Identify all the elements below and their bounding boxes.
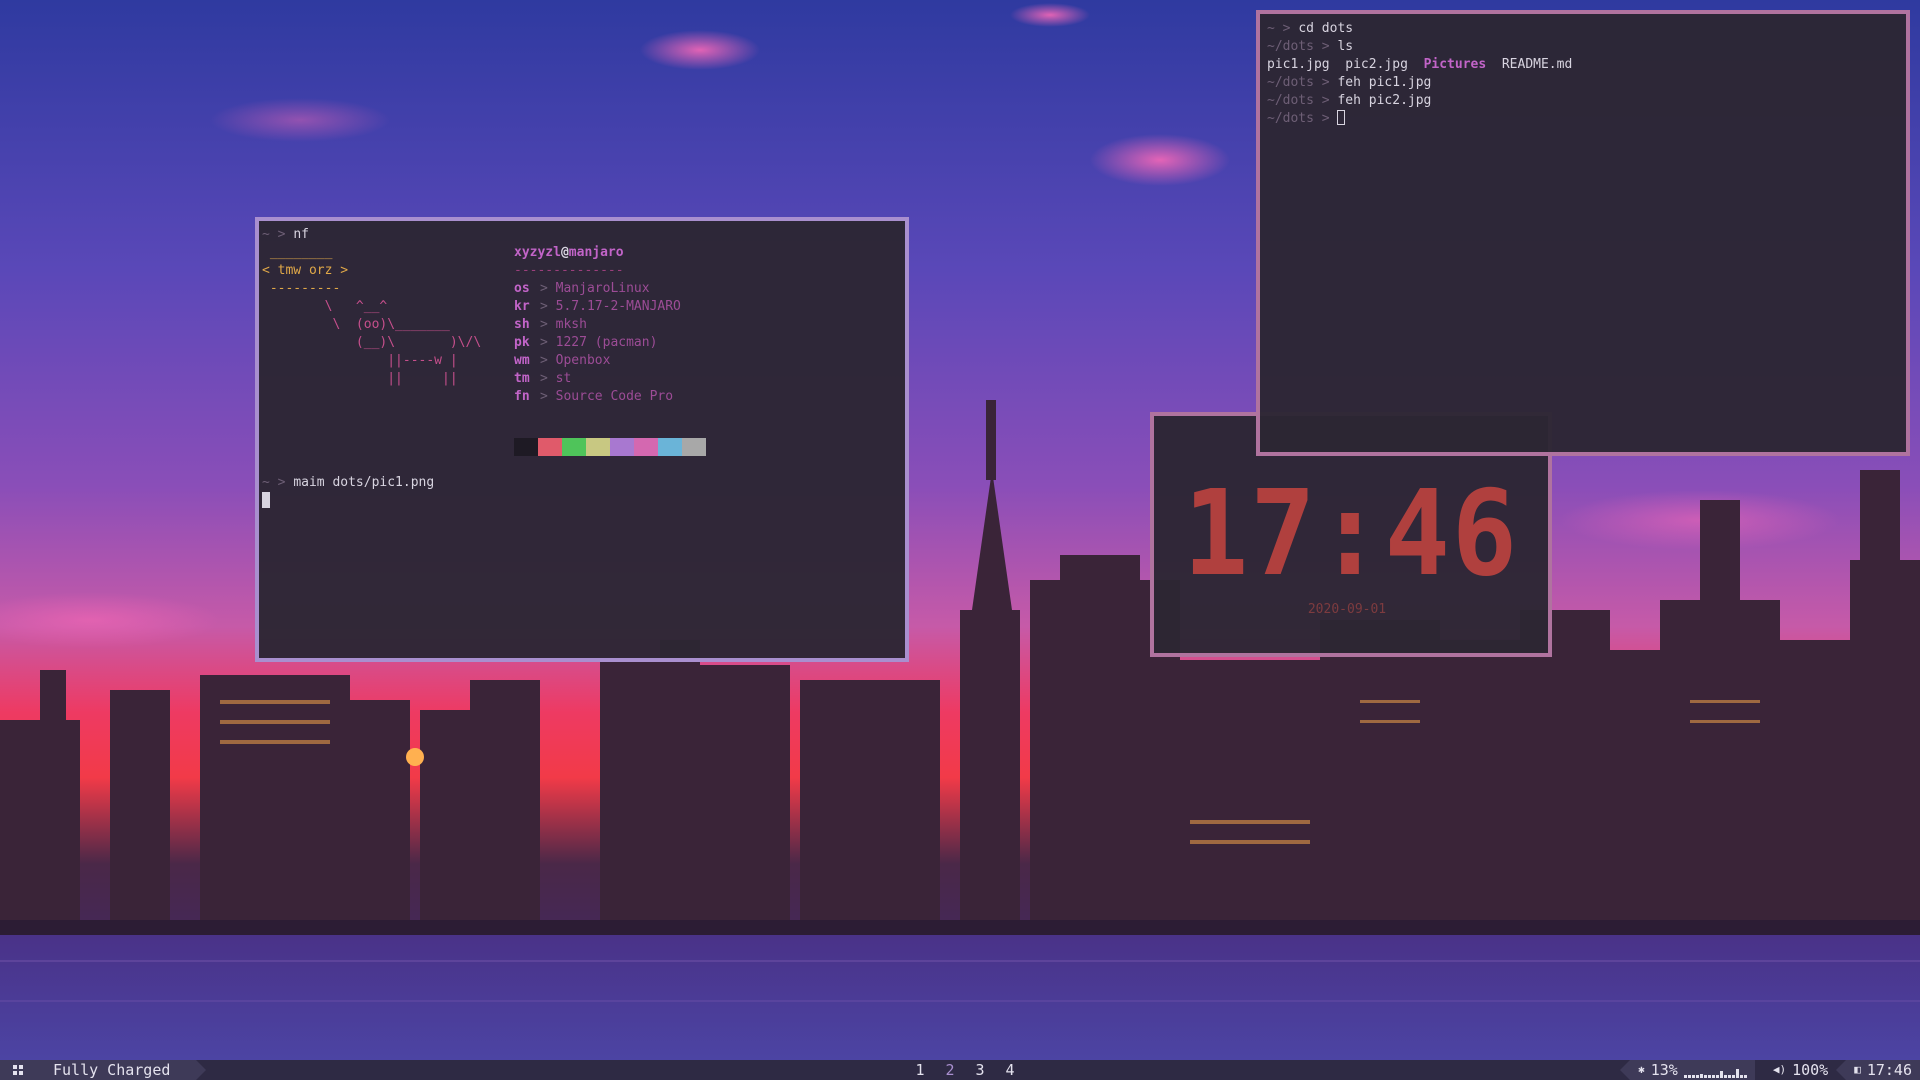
speaker-icon: ◀) — [1772, 1063, 1787, 1076]
terminal-input-line[interactable] — [262, 492, 902, 510]
info-font: fn > Source Code Pro — [514, 389, 674, 404]
terminal-line: ~ > maim dots/pic1.png — [262, 475, 435, 490]
palette-swatch — [682, 438, 706, 456]
cpu-percent: 13% — [1650, 1061, 1678, 1079]
battery-label: Fully Charged — [53, 1061, 171, 1079]
palette-swatch — [634, 438, 658, 456]
status-bar: Fully Charged 1 2 3 4 ✱ 13% ◀) 100% ◧ 17… — [0, 1060, 1920, 1080]
status-right: ✱ 13% ◀) 100% ◧ 17:46 — [1620, 1060, 1920, 1080]
cowsay-art: ________ < tmw orz > --------- \ ^__^ \ … — [262, 245, 482, 386]
palette-swatch — [562, 438, 586, 456]
segment-arrow — [1754, 1060, 1765, 1080]
terminal-input-line[interactable]: ~/dots > — [1267, 110, 1899, 128]
terminal-window-left[interactable]: ~ > nf ________ < tmw orz > --------- \ … — [255, 217, 909, 662]
grid-icon — [13, 1065, 23, 1075]
palette-swatch — [658, 438, 682, 456]
bar-time: 17:46 — [1866, 1061, 1912, 1079]
palette-swatch — [610, 438, 634, 456]
info-shell: sh > mksh — [514, 317, 587, 332]
segment-arrow — [1620, 1060, 1631, 1080]
color-palette — [514, 438, 706, 456]
text-cursor — [1337, 110, 1346, 125]
terminal-window-right[interactable]: ~ > cd dots ~/dots > ls pic1.jpg pic2.jp… — [1256, 10, 1910, 456]
system-info: xyzyzl@manjaro -------------- os > Manjar… — [514, 245, 681, 404]
workspace-1[interactable]: 1 — [905, 1060, 935, 1080]
terminal-line: ~/dots > ls — [1267, 39, 1354, 54]
info-packages: pk > 1227 (pacman) — [514, 335, 658, 350]
clock-icon: ◧ — [1854, 1063, 1861, 1076]
segment-arrow — [1836, 1060, 1847, 1080]
info-kernel: kr > 5.7.17-2-MANJARO — [514, 299, 681, 314]
cpu-graph — [1683, 1062, 1747, 1078]
cpu-widget[interactable]: ✱ 13% — [1630, 1060, 1755, 1080]
volume-widget[interactable]: ◀) 100% — [1765, 1060, 1836, 1080]
clock-bar-widget[interactable]: ◧ 17:46 — [1846, 1060, 1920, 1080]
text-cursor — [262, 492, 270, 508]
workspace-3[interactable]: 3 — [965, 1060, 995, 1080]
battery-status: Fully Charged — [36, 1060, 196, 1080]
palette-swatch — [514, 438, 538, 456]
terminal-line: ~/dots > feh pic1.jpg — [1267, 75, 1432, 90]
info-terminal: tm > st — [514, 371, 572, 386]
workspace-2[interactable]: 2 — [935, 1060, 965, 1080]
volume-percent: 100% — [1792, 1061, 1829, 1079]
ls-output: pic1.jpg pic2.jpg Pictures README.md — [1267, 57, 1573, 72]
menu-button[interactable] — [0, 1060, 36, 1080]
neofetch-output: ________ < tmw orz > --------- \ ^__^ \ … — [262, 244, 902, 474]
workspace-switcher: 1 2 3 4 — [905, 1060, 1025, 1080]
clock-time: 17:46 — [1182, 464, 1520, 602]
segment-arrow — [196, 1060, 206, 1080]
terminal-line: ~ > nf — [262, 227, 309, 242]
info-os: os > ManjaroLinux — [514, 281, 650, 296]
info-wm: wm > Openbox — [514, 353, 611, 368]
terminal-line: ~/dots > feh pic2.jpg — [1267, 93, 1432, 108]
cpu-icon: ✱ — [1638, 1063, 1645, 1076]
palette-swatch — [538, 438, 562, 456]
terminal-line: ~ > cd dots — [1267, 21, 1354, 36]
palette-swatch — [586, 438, 610, 456]
workspace-4[interactable]: 4 — [995, 1060, 1025, 1080]
clock-date: 2020-09-01 — [1307, 602, 1387, 617]
